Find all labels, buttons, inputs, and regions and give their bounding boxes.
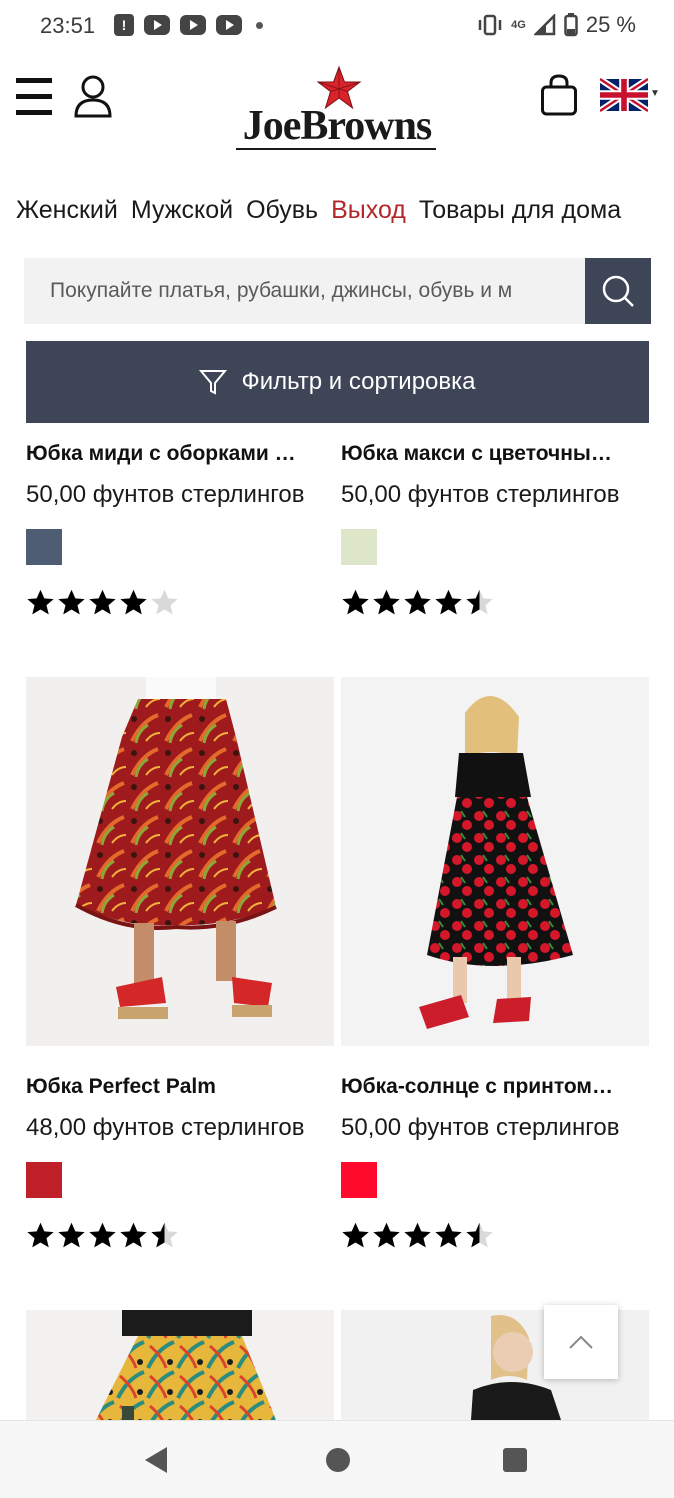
rating-stars <box>26 1220 334 1252</box>
battery-percent: 25 % <box>585 12 636 37</box>
youtube-icon <box>144 15 170 35</box>
nav-item-shoes[interactable]: Обувь <box>246 196 318 225</box>
star-icon <box>58 1222 85 1248</box>
youtube-icon <box>216 15 242 35</box>
chevron-down-icon[interactable]: ▼ <box>650 88 660 99</box>
star-icon <box>120 1222 147 1248</box>
search-bar <box>24 258 651 324</box>
signal-icon <box>533 14 556 36</box>
star-icon <box>404 589 431 615</box>
search-input[interactable] <box>24 258 585 324</box>
vibrate-icon <box>478 14 502 36</box>
category-nav: Женский Мужской Обувь Выход Товары для д… <box>16 196 621 225</box>
rating-stars <box>341 1220 649 1252</box>
nav-item-women[interactable]: Женский <box>16 196 118 225</box>
product-image[interactable] <box>341 677 649 1046</box>
product-price: 50,00 фунтов стерлингов <box>341 481 620 508</box>
product-image[interactable] <box>26 677 334 1046</box>
nav-item-home[interactable]: Товары для дома <box>419 196 621 225</box>
star-icon <box>151 1222 178 1248</box>
palm-skirt-image <box>26 677 334 1046</box>
star-icon <box>466 589 493 615</box>
status-bar: 23:51 ! 4G 25 % <box>0 0 674 52</box>
star-icon <box>373 589 400 615</box>
product-price: 50,00 фунтов стерлингов <box>341 1114 620 1141</box>
logo-text: JoeBrowns <box>242 103 433 149</box>
color-swatch[interactable] <box>26 1162 62 1198</box>
logo-underline <box>236 148 436 150</box>
tropical-skirt-image <box>26 1310 334 1420</box>
network-type: 4G <box>511 19 526 31</box>
status-time: 23:51 <box>40 13 96 38</box>
star-icon <box>435 1222 462 1248</box>
youtube-icon <box>180 15 206 35</box>
product-card[interactable] <box>26 1310 334 1420</box>
recent-apps-icon[interactable] <box>503 1448 527 1472</box>
product-card[interactable]: Юбка-солнце с принтом… 50,00 фунтов стер… <box>341 677 649 1252</box>
search-icon <box>602 275 634 307</box>
product-card[interactable]: Юбка Perfect Palm 48,00 фунтов стерлинго… <box>26 677 334 1252</box>
uk-flag-icon[interactable] <box>600 76 648 114</box>
filter-icon <box>199 370 228 395</box>
star-icon <box>435 589 462 615</box>
system-navigation-bar <box>0 1420 674 1498</box>
nav-item-men[interactable]: Мужской <box>131 196 233 225</box>
star-icon <box>27 1222 54 1248</box>
filter-label: Фильтр и сортировка <box>241 368 476 395</box>
star-icon <box>342 1222 369 1248</box>
star-icon <box>342 589 369 615</box>
more-notifications-dot-icon <box>256 21 263 29</box>
product-title[interactable]: Юбка макси с цветочны… <box>341 442 647 466</box>
back-to-top-button[interactable] <box>544 1305 618 1379</box>
back-icon[interactable] <box>145 1447 167 1473</box>
color-swatch[interactable] <box>26 529 62 565</box>
site-header: JoeBrowns ▼ <box>0 60 674 170</box>
product-image[interactable] <box>26 1310 334 1420</box>
rating-stars <box>26 587 334 619</box>
star-icon <box>466 1222 493 1248</box>
product-title[interactable]: Юбка Perfect Palm <box>26 1075 332 1099</box>
filter-sort-button[interactable]: Фильтр и сортировка <box>26 341 649 423</box>
product-price: 50,00 фунтов стерлингов <box>26 481 305 508</box>
shopping-bag-icon[interactable] <box>540 74 578 116</box>
product-title[interactable]: Юбка миди с оборками … <box>26 442 332 466</box>
message-icon: ! <box>114 14 134 36</box>
product-card[interactable]: Юбка макси с цветочны… 50,00 фунтов стер… <box>341 442 649 619</box>
star-icon <box>89 1222 116 1248</box>
color-swatch[interactable] <box>341 529 377 565</box>
product-price: 48,00 фунтов стерлингов <box>26 1114 305 1141</box>
star-icon <box>58 589 85 615</box>
color-swatch[interactable] <box>341 1162 377 1198</box>
star-icon <box>89 589 116 615</box>
menu-icon[interactable] <box>16 78 52 116</box>
product-title[interactable]: Юбка-солнце с принтом… <box>341 1075 647 1099</box>
notification-icons: ! <box>114 14 263 36</box>
star-icon <box>27 589 54 615</box>
star-icon <box>151 589 178 615</box>
star-icon <box>404 1222 431 1248</box>
account-icon[interactable] <box>74 74 112 118</box>
rating-stars <box>341 587 649 619</box>
search-button[interactable] <box>585 258 651 324</box>
cherry-skirt-image <box>341 677 649 1046</box>
nav-item-sale[interactable]: Выход <box>331 196 406 225</box>
star-icon <box>373 1222 400 1248</box>
site-logo[interactable]: JoeBrowns <box>226 66 448 162</box>
battery-icon <box>564 13 578 37</box>
home-icon[interactable] <box>326 1448 350 1472</box>
chevron-up-icon <box>569 1335 593 1349</box>
star-icon <box>120 589 147 615</box>
system-icons: 4G 25 % <box>477 12 636 38</box>
product-card[interactable]: Юбка миди с оборками … 50,00 фунтов стер… <box>26 442 334 619</box>
